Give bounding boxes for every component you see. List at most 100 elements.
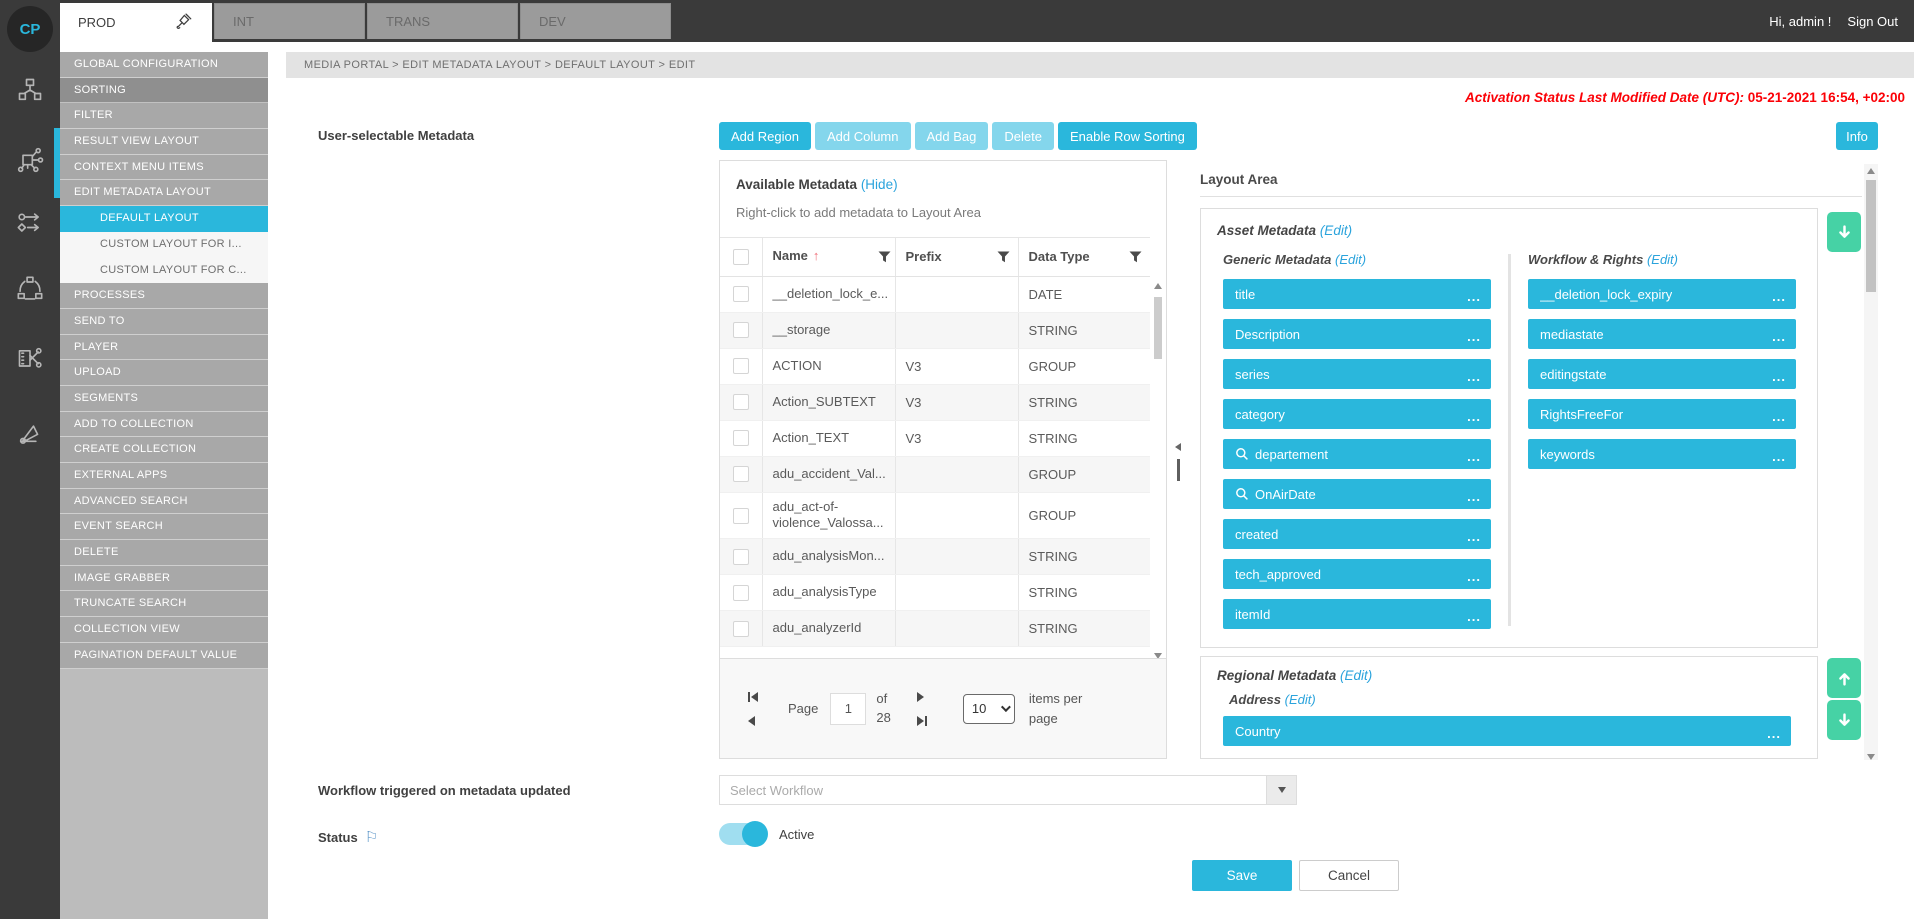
panel-splitter[interactable] [1172, 160, 1184, 759]
move-region-up-button[interactable] [1827, 658, 1861, 698]
add-bag-button[interactable]: Add Bag [915, 122, 989, 150]
column-header-name[interactable]: Name ↑ [762, 238, 895, 276]
env-tab-prod[interactable]: PROD [60, 3, 212, 42]
sidebar-item-create-collection[interactable]: CREATE COLLECTION [60, 437, 268, 463]
metadata-chip-deletion-lock-expiry[interactable]: __deletion_lock_expiry... [1528, 279, 1796, 309]
sidebar-item-default-layout[interactable]: DEFAULT LAYOUT [60, 206, 268, 232]
metadata-chip-keywords[interactable]: keywords... [1528, 439, 1796, 469]
metadata-chip-country[interactable]: Country... [1223, 716, 1791, 746]
status-toggle[interactable] [719, 823, 765, 845]
table-row[interactable]: adu_analysisMon...STRING [720, 539, 1150, 575]
chip-menu-button[interactable]: ... [1772, 329, 1786, 344]
first-page-button[interactable] [748, 692, 758, 702]
page-size-select[interactable]: 10 [963, 694, 1015, 724]
info-button[interactable]: Info [1836, 122, 1878, 150]
add-region-button[interactable]: Add Region [719, 122, 811, 150]
chip-menu-button[interactable]: ... [1772, 449, 1786, 464]
sidebar-item-event-search[interactable]: EVENT SEARCH [60, 514, 268, 540]
segment-tool-icon[interactable] [13, 415, 47, 449]
metadata-chip-onairdate[interactable]: OnAirDate... [1223, 479, 1491, 509]
app-logo[interactable]: CP [7, 6, 53, 52]
sidebar-item-result-view-layout[interactable]: RESULT VIEW LAYOUT [60, 129, 268, 155]
metadata-chip-departement[interactable]: departement... [1223, 439, 1491, 469]
select-all-checkbox[interactable] [733, 249, 749, 265]
metadata-chip-description[interactable]: Description... [1223, 319, 1491, 349]
table-row[interactable]: adu_accident_Val...GROUP [720, 456, 1150, 492]
collapse-left-icon[interactable] [1175, 443, 1181, 451]
chip-menu-button[interactable]: ... [1467, 609, 1481, 624]
row-checkbox[interactable] [733, 585, 749, 601]
table-row[interactable]: ACTIONV3GROUP [720, 348, 1150, 384]
row-checkbox[interactable] [733, 430, 749, 446]
env-tab-dev[interactable]: DEV [520, 3, 671, 39]
chip-menu-button[interactable]: ... [1467, 569, 1481, 584]
sidebar-item-pagination-default-value[interactable]: PAGINATION DEFAULT VALUE [60, 643, 268, 669]
enable-row-sorting-button[interactable]: Enable Row Sorting [1058, 122, 1197, 150]
chip-menu-button[interactable]: ... [1467, 369, 1481, 384]
table-row[interactable]: __deletion_lock_e...DATE [720, 276, 1150, 312]
edit-link[interactable]: (Edit) [1320, 223, 1352, 238]
metadata-chip-category[interactable]: category... [1223, 399, 1491, 429]
metadata-chip-editingstate[interactable]: editingstate... [1528, 359, 1796, 389]
sidebar-item-truncate-search[interactable]: TRUNCATE SEARCH [60, 591, 268, 617]
chip-menu-button[interactable]: ... [1467, 529, 1481, 544]
assets-cubes-icon[interactable] [13, 73, 47, 107]
edit-link[interactable]: (Edit) [1340, 668, 1372, 683]
scroll-up-icon[interactable] [1154, 283, 1162, 289]
scroll-up-icon[interactable] [1867, 168, 1875, 174]
sidebar-item-processes[interactable]: PROCESSES [60, 283, 268, 309]
chip-menu-button[interactable]: ... [1772, 369, 1786, 384]
page-number-input[interactable] [830, 693, 866, 725]
scrollbar-thumb[interactable] [1866, 180, 1876, 292]
row-checkbox[interactable] [733, 394, 749, 410]
sign-out-link[interactable]: Sign Out [1847, 14, 1898, 29]
previous-page-button[interactable] [748, 716, 758, 726]
dropdown-arrow-box[interactable] [1266, 776, 1296, 804]
row-checkbox[interactable] [733, 549, 749, 565]
sidebar-item-advanced-search[interactable]: ADVANCED SEARCH [60, 489, 268, 515]
table-row[interactable]: adu_analysisTypeSTRING [720, 575, 1150, 611]
row-checkbox[interactable] [733, 508, 749, 524]
table-row[interactable]: adu_act-of-violence_Valossa...GROUP [720, 492, 1150, 539]
env-tab-int[interactable]: INT [214, 3, 365, 39]
add-column-button[interactable]: Add Column [815, 122, 911, 150]
toggle-knob[interactable] [742, 821, 768, 847]
sidebar-item-collection-view[interactable]: COLLECTION VIEW [60, 617, 268, 643]
env-tab-trans[interactable]: TRANS [367, 3, 518, 39]
process-flow-icon[interactable] [13, 207, 47, 241]
splitter-handle[interactable] [1177, 459, 1180, 481]
column-header-datatype[interactable]: Data Type [1018, 238, 1150, 276]
chip-menu-button[interactable]: ... [1467, 329, 1481, 344]
sidebar-item-external-apps[interactable]: EXTERNAL APPS [60, 463, 268, 489]
metadata-chip-itemid[interactable]: itemId... [1223, 599, 1491, 629]
edit-link[interactable]: (Edit) [1647, 252, 1678, 267]
row-checkbox[interactable] [733, 621, 749, 637]
sidebar-item-filter[interactable]: FILTER [60, 103, 268, 129]
sidebar-item-custom-layout-for-i[interactable]: CUSTOM LAYOUT FOR I... [60, 232, 268, 258]
metadata-chip-created[interactable]: created... [1223, 519, 1491, 549]
sidebar-item-send-to[interactable]: SEND TO [60, 309, 268, 335]
media-editing-icon[interactable] [13, 342, 47, 376]
sidebar-item-player[interactable]: PLAYER [60, 335, 268, 361]
chip-menu-button[interactable]: ... [1467, 489, 1481, 504]
sidebar-item-image-grabber[interactable]: IMAGE GRABBER [60, 566, 268, 592]
sidebar-item-edit-metadata-layout[interactable]: EDIT METADATA LAYOUT [60, 180, 268, 206]
collection-cycle-icon[interactable] [13, 272, 47, 306]
chip-menu-button[interactable]: ... [1772, 289, 1786, 304]
cancel-button[interactable]: Cancel [1299, 860, 1399, 891]
scroll-down-icon[interactable] [1867, 754, 1875, 760]
sidebar-item-add-to-collection[interactable]: ADD TO COLLECTION [60, 412, 268, 438]
hide-link[interactable]: (Hide) [861, 177, 898, 192]
chip-menu-button[interactable]: ... [1467, 449, 1481, 464]
metadata-chip-tech-approved[interactable]: tech_approved... [1223, 559, 1491, 589]
table-row[interactable]: Action_SUBTEXTV3STRING [720, 384, 1150, 420]
sidebar-item-context-menu-items[interactable]: CONTEXT MENU ITEMS [60, 155, 268, 181]
sidebar-item-global-configuration[interactable]: GLOBAL CONFIGURATION [60, 52, 268, 78]
save-button[interactable]: Save [1192, 860, 1292, 891]
layout-area-scrollbar[interactable] [1864, 164, 1878, 760]
sidebar-item-delete[interactable]: DELETE [60, 540, 268, 566]
metadata-chip-series[interactable]: series... [1223, 359, 1491, 389]
next-page-button[interactable] [917, 692, 927, 702]
metadata-chip-title[interactable]: title... [1223, 279, 1491, 309]
filter-icon[interactable] [1129, 251, 1142, 263]
